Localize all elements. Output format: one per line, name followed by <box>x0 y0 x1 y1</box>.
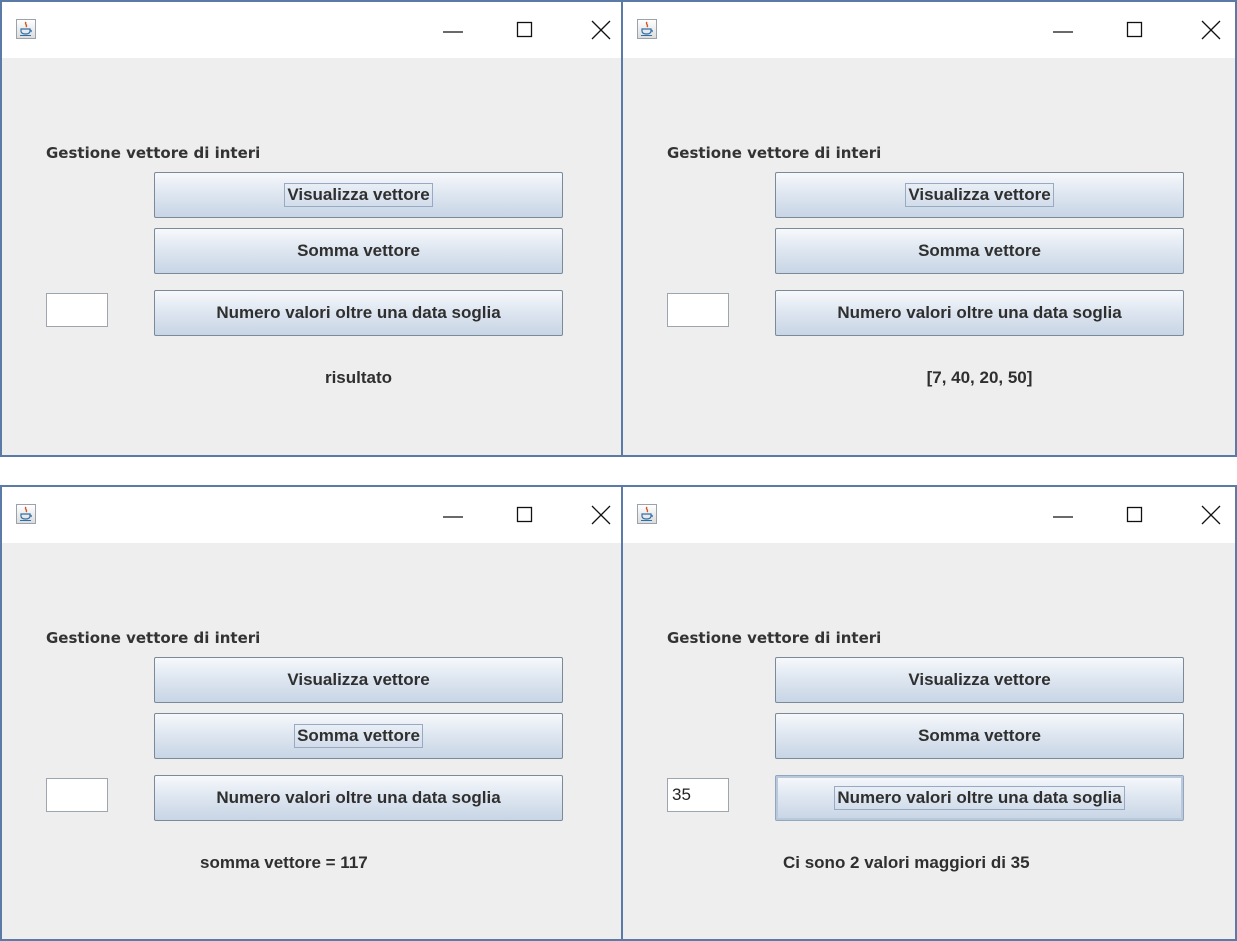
result-label: Ci sono 2 valori maggiori di 35 <box>783 853 1030 872</box>
heading-label: Gestione vettore di interi <box>667 144 882 162</box>
minimize-button[interactable] <box>433 12 473 48</box>
close-button[interactable] <box>1191 12 1231 48</box>
maximize-icon <box>1126 506 1143 523</box>
show-vector-label: Visualizza vettore <box>905 183 1054 207</box>
threshold-input[interactable] <box>667 778 729 812</box>
minimize-button[interactable] <box>1043 12 1083 48</box>
minimize-button[interactable] <box>433 497 473 533</box>
maximize-button[interactable] <box>505 497 545 533</box>
maximize-button[interactable] <box>1115 12 1155 48</box>
count-above-threshold-button[interactable]: Numero valori oltre una data soglia <box>154 775 563 821</box>
heading-label: Gestione vettore di interi <box>46 629 261 647</box>
count-above-threshold-label: Numero valori oltre una data soglia <box>834 786 1125 810</box>
minimize-icon <box>1053 31 1073 33</box>
minimize-button[interactable] <box>1043 497 1083 533</box>
title-bar[interactable] <box>2 487 625 543</box>
close-icon <box>1201 20 1221 40</box>
threshold-input[interactable] <box>46 778 108 812</box>
show-vector-label: Visualizza vettore <box>287 670 430 689</box>
client-area: Gestione vettore di interi Visualizza ve… <box>623 58 1235 455</box>
show-vector-button[interactable]: Visualizza vettore <box>775 657 1184 703</box>
client-area: Gestione vettore di interi Visualizza ve… <box>623 543 1235 939</box>
result-label: risultato <box>324 368 393 387</box>
app-window-4: Gestione vettore di interi Visualizza ve… <box>621 485 1237 941</box>
client-area: Gestione vettore di interi Visualizza ve… <box>2 543 625 939</box>
close-icon <box>591 20 611 40</box>
java-cup-icon[interactable] <box>637 504 657 524</box>
app-window-2: Gestione vettore di interi Visualizza ve… <box>621 0 1237 457</box>
threshold-input[interactable] <box>46 293 108 327</box>
count-above-threshold-button[interactable]: Numero valori oltre una data soglia <box>775 290 1184 336</box>
app-window-3: Gestione vettore di interi Visualizza ve… <box>0 485 627 941</box>
maximize-icon <box>516 506 533 523</box>
close-icon <box>1201 505 1221 525</box>
close-button[interactable] <box>1191 497 1231 533</box>
sum-vector-button[interactable]: Somma vettore <box>775 228 1184 274</box>
result-label: somma vettore = 117 <box>200 853 368 872</box>
title-bar[interactable] <box>623 487 1235 543</box>
sum-vector-button[interactable]: Somma vettore <box>154 228 563 274</box>
title-bar[interactable] <box>2 2 625 58</box>
heading-label: Gestione vettore di interi <box>46 144 261 162</box>
java-cup-icon[interactable] <box>16 19 36 39</box>
count-above-threshold-button[interactable]: Numero valori oltre una data soglia <box>154 290 563 336</box>
count-above-threshold-label: Numero valori oltre una data soglia <box>216 788 501 807</box>
maximize-icon <box>1126 21 1143 38</box>
close-icon <box>591 505 611 525</box>
sum-vector-label: Somma vettore <box>297 241 420 260</box>
count-above-threshold-label: Numero valori oltre una data soglia <box>216 303 501 322</box>
sum-vector-button[interactable]: Somma vettore <box>154 713 563 759</box>
minimize-icon <box>1053 516 1073 518</box>
client-area: Gestione vettore di interi Visualizza ve… <box>2 58 625 455</box>
close-button[interactable] <box>581 497 621 533</box>
sum-vector-label: Somma vettore <box>294 724 423 748</box>
java-cup-icon[interactable] <box>16 504 36 524</box>
show-vector-label: Visualizza vettore <box>284 183 433 207</box>
maximize-button[interactable] <box>1115 497 1155 533</box>
show-vector-label: Visualizza vettore <box>908 670 1051 689</box>
app-window-1: Gestione vettore di interi Visualizza ve… <box>0 0 627 457</box>
minimize-icon <box>443 31 463 33</box>
show-vector-button[interactable]: Visualizza vettore <box>154 172 563 218</box>
title-bar[interactable] <box>623 2 1235 58</box>
result-label: [7, 40, 20, 50] <box>926 368 1033 387</box>
maximize-button[interactable] <box>505 12 545 48</box>
count-above-threshold-button[interactable]: Numero valori oltre una data soglia <box>775 775 1184 821</box>
close-button[interactable] <box>581 12 621 48</box>
sum-vector-button[interactable]: Somma vettore <box>775 713 1184 759</box>
show-vector-button[interactable]: Visualizza vettore <box>154 657 563 703</box>
java-cup-icon[interactable] <box>637 19 657 39</box>
show-vector-button[interactable]: Visualizza vettore <box>775 172 1184 218</box>
count-above-threshold-label: Numero valori oltre una data soglia <box>837 303 1122 322</box>
sum-vector-label: Somma vettore <box>918 726 1041 745</box>
threshold-input[interactable] <box>667 293 729 327</box>
heading-label: Gestione vettore di interi <box>667 629 882 647</box>
maximize-icon <box>516 21 533 38</box>
sum-vector-label: Somma vettore <box>918 241 1041 260</box>
minimize-icon <box>443 516 463 518</box>
